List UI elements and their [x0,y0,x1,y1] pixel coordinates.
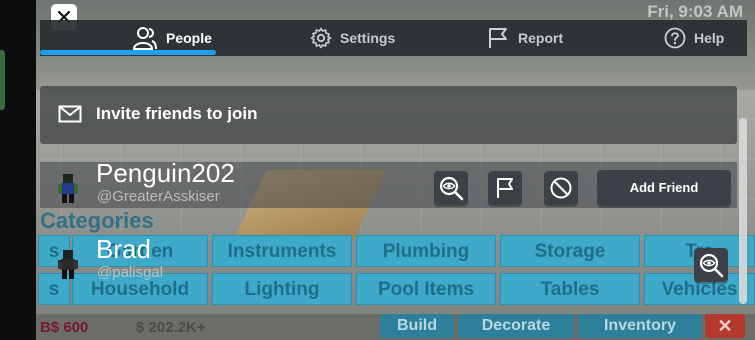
player-handle: @GreaterAsskiser [97,188,220,205]
mail-icon [58,105,82,123]
flag-icon [497,178,513,198]
tab-label: People [166,30,212,46]
active-tab-indicator [40,50,216,55]
player-name: Brad [96,234,151,264]
invite-friends-label: Invite friends to join [96,104,258,123]
avatar [58,250,78,279]
inspect-button[interactable] [694,248,728,282]
tab-help[interactable]: Help [664,20,724,56]
tab-settings[interactable]: Settings [310,20,395,56]
tab-label: Report [518,30,564,46]
block-player-button[interactable] [544,171,578,205]
inspect-icon [699,253,724,278]
inspect-icon [439,176,464,201]
flag-icon [489,28,507,48]
player-row: Brad @palisgal [40,234,737,284]
people-icon [132,27,157,50]
block-icon [550,177,572,199]
scrollbar[interactable] [739,118,747,304]
add-friend-button[interactable]: Add Friend [597,170,731,206]
avatar [58,174,78,203]
tab-label: Settings [340,30,396,46]
tab-label: Help [694,30,725,46]
player-name: Penguin202 [96,158,235,188]
player-handle: @palisgal [97,264,164,281]
escape-menu: People Settings Report Help Invite frien… [36,0,755,340]
tab-report[interactable]: Report [486,20,563,56]
inspect-button[interactable] [434,171,468,205]
gear-icon [310,27,332,49]
left-edge [0,0,36,340]
report-player-button[interactable] [488,171,522,205]
help-icon [664,27,686,49]
invite-friends-row[interactable]: Invite friends to join [40,86,737,144]
